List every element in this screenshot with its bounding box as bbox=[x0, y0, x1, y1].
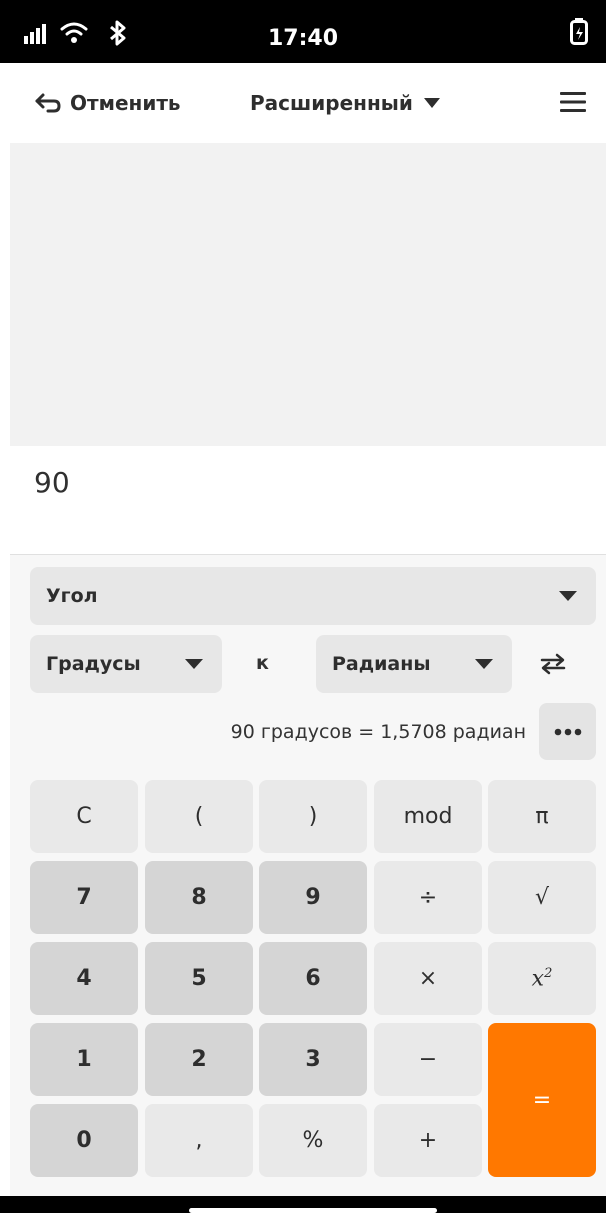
key-3[interactable]: 3 bbox=[259, 1023, 367, 1096]
history-panel bbox=[10, 143, 606, 446]
key-subtract[interactable]: − bbox=[374, 1023, 482, 1096]
key-equals[interactable]: = bbox=[488, 1023, 596, 1177]
more-button[interactable] bbox=[539, 703, 596, 760]
undo-label: Отменить bbox=[70, 91, 181, 115]
swap-icon bbox=[540, 653, 566, 675]
conversion-result: 90 градусов = 1,5708 радиан bbox=[230, 721, 526, 743]
key-close-paren[interactable]: ) bbox=[259, 780, 367, 853]
key-2[interactable]: 2 bbox=[145, 1023, 253, 1096]
display-value[interactable]: 90 bbox=[34, 466, 70, 499]
key-pi[interactable]: π bbox=[488, 780, 596, 853]
undo-arrow-icon bbox=[35, 93, 61, 113]
from-unit-select[interactable]: Градусы bbox=[30, 635, 222, 693]
menu-button[interactable] bbox=[560, 91, 586, 117]
keypad-area: Угол Градусы к Радианы 90 градусов = 1,5… bbox=[10, 554, 606, 1197]
mode-label: Расширенный bbox=[250, 91, 413, 115]
home-indicator[interactable] bbox=[189, 1208, 437, 1213]
key-8[interactable]: 8 bbox=[145, 861, 253, 934]
caret-down-icon bbox=[559, 591, 577, 601]
key-decimal-comma[interactable]: , bbox=[145, 1104, 253, 1177]
more-icon bbox=[554, 728, 581, 735]
category-label: Угол bbox=[46, 585, 98, 607]
from-unit-label: Градусы bbox=[46, 653, 141, 675]
caret-down-icon bbox=[475, 659, 493, 669]
to-unit-label: Радианы bbox=[332, 653, 431, 675]
key-4[interactable]: 4 bbox=[30, 942, 138, 1015]
key-mod[interactable]: mod bbox=[374, 780, 482, 853]
key-1[interactable]: 1 bbox=[30, 1023, 138, 1096]
category-select[interactable]: Угол bbox=[30, 567, 596, 625]
key-divide[interactable]: ÷ bbox=[374, 861, 482, 934]
swap-units-button[interactable] bbox=[540, 653, 566, 679]
key-5[interactable]: 5 bbox=[145, 942, 253, 1015]
to-label: к bbox=[256, 652, 269, 674]
app-header: Отменить Расширенный bbox=[10, 63, 606, 144]
key-0[interactable]: 0 bbox=[30, 1104, 138, 1177]
caret-down-icon bbox=[185, 659, 203, 669]
key-6[interactable]: 6 bbox=[259, 942, 367, 1015]
caret-down-icon bbox=[423, 98, 440, 108]
key-percent[interactable]: % bbox=[259, 1104, 367, 1177]
key-9[interactable]: 9 bbox=[259, 861, 367, 934]
key-multiply[interactable]: × bbox=[374, 942, 482, 1015]
display: 90 bbox=[10, 446, 606, 554]
key-sqrt[interactable]: √ bbox=[488, 861, 596, 934]
mode-selector[interactable]: Расширенный bbox=[250, 85, 441, 121]
menu-icon bbox=[560, 92, 586, 112]
status-bar: 17:40 bbox=[0, 0, 606, 63]
clock: 17:40 bbox=[267, 26, 339, 51]
key-add[interactable]: + bbox=[374, 1104, 482, 1177]
key-clear[interactable]: C bbox=[30, 780, 138, 853]
key-square-label: x2 bbox=[531, 965, 553, 992]
key-7[interactable]: 7 bbox=[30, 861, 138, 934]
navigation-bar bbox=[0, 1196, 606, 1213]
key-square[interactable]: x2 bbox=[488, 942, 596, 1015]
to-unit-select[interactable]: Радианы bbox=[316, 635, 512, 693]
key-open-paren[interactable]: ( bbox=[145, 780, 253, 853]
battery-charging-icon bbox=[570, 18, 588, 50]
undo-button[interactable]: Отменить bbox=[34, 85, 181, 121]
